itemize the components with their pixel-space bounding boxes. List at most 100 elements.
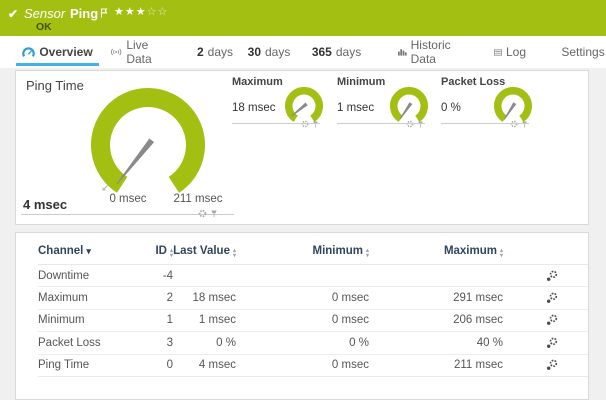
status-badge: OK (36, 21, 52, 33)
wrench-icon (546, 292, 558, 304)
priority-stars[interactable]: ★★★☆☆ (114, 5, 168, 18)
maximum-value: 206 msec (369, 314, 503, 326)
favorite-flag-icon[interactable] (100, 5, 108, 23)
channel-id: 3 (146, 337, 173, 349)
log-icon (494, 48, 502, 57)
gauge-settings-gear-icon[interactable] (301, 115, 309, 133)
channel-settings-button[interactable] (546, 359, 558, 371)
tab-live-data[interactable]: Live Data (110, 36, 168, 68)
tab-label: Settings (561, 45, 604, 59)
gauge-icon (22, 46, 35, 59)
last-value: 1 msec (173, 314, 236, 326)
tab-label: Historic Data (411, 38, 460, 66)
mini-gauge-packet-loss: Packet Loss 0 % (441, 76, 529, 131)
tab-30-days[interactable]: 30days (249, 36, 289, 68)
mini-gauge-minimum: Minimum 1 msec (337, 76, 425, 131)
table-row-ping-time: Ping Time 0 4 msec 0 msec 211 msec (38, 355, 588, 377)
minimum-value: 1 msec (337, 102, 374, 114)
channel-id: -4 (146, 270, 173, 282)
wrench-icon (546, 270, 558, 282)
table-row-downtime: Downtime -4 (38, 265, 588, 287)
tab-label: days (265, 45, 290, 59)
gauge-scale-max-label: 211 msec (168, 193, 228, 205)
tab-label: Log (506, 45, 526, 59)
tab-label: days (208, 45, 233, 59)
channel-name: Maximum (38, 292, 146, 304)
maximum-value: 18 msec (232, 102, 275, 114)
pin-icon[interactable] (417, 115, 424, 133)
pin-icon[interactable] (210, 205, 218, 223)
divider (441, 123, 529, 124)
channel-settings-button[interactable] (546, 292, 558, 304)
table-row-maximum: Maximum 2 18 msec 0 msec 291 msec (38, 287, 588, 309)
tab-log[interactable]: Log (494, 36, 526, 68)
gauge-settings-gear-icon[interactable] (510, 115, 518, 133)
channel-id: 0 (146, 359, 173, 371)
ok-check-icon: ✔ (8, 7, 18, 21)
gauge-settings-gear-icon[interactable] (406, 115, 414, 133)
wrench-icon (546, 314, 558, 326)
gauge-settings-gear-icon[interactable] (198, 205, 207, 223)
pin-icon[interactable] (521, 115, 528, 133)
tab-label: Overview (39, 45, 92, 59)
maximum-value: 211 msec (369, 359, 503, 371)
tab-2-days[interactable]: 2days (198, 36, 232, 68)
column-header-id[interactable]: ID▴▾ (146, 245, 173, 258)
tab-label: Live Data (126, 38, 168, 66)
divider (337, 123, 425, 124)
channel-settings-button[interactable] (546, 314, 558, 326)
channel-id: 1 (146, 314, 173, 326)
tab-bar: Overview Live Data 2days 30days 365days … (0, 36, 606, 68)
tab-historic-data[interactable]: Historic Data (398, 36, 460, 68)
sort-icon: ▴▾ (500, 249, 503, 258)
channel-settings-button[interactable] (546, 270, 558, 282)
sensor-kind-label: Sensor (24, 6, 65, 21)
minimum-value: 0 msec (236, 314, 369, 326)
channel-table: Channel▾ ID▴▾ Last Value▴▾ Minimum▴▾ Max… (16, 233, 588, 377)
overview-gauges-panel: Ping Time 0 msec 211 msec 4 msec Maximum… (15, 70, 589, 225)
ping-time-value: 4 msec (23, 197, 67, 212)
packet-loss-value: 0 % (441, 102, 461, 114)
maximum-value: 40 % (369, 337, 503, 349)
sort-desc-icon: ▾ (86, 246, 91, 256)
column-header-channel[interactable]: Channel▾ (38, 245, 146, 257)
minimum-value: 0 msec (236, 359, 369, 371)
column-header-minimum[interactable]: Minimum▴▾ (236, 245, 369, 258)
pin-icon[interactable] (312, 115, 319, 133)
wrench-icon (546, 337, 558, 349)
bar-chart-icon (398, 47, 407, 57)
tab-overview[interactable]: Overview (16, 36, 99, 68)
last-value: 4 msec (173, 359, 236, 371)
divider (232, 123, 320, 124)
sensor-status-header: ✔ Sensor Ping ★★★☆☆ OK (0, 0, 606, 36)
main-gauge-title: Ping Time (26, 78, 84, 93)
sensor-name: Ping (70, 6, 98, 21)
tab-settings[interactable]: Settings (558, 36, 604, 68)
minimum-value: 0 msec (236, 292, 369, 304)
channel-name: Ping Time (38, 359, 146, 371)
table-row-minimum: Minimum 1 1 msec 0 msec 206 msec (38, 310, 588, 332)
channel-name: Downtime (38, 270, 146, 282)
column-header-maximum[interactable]: Maximum▴▾ (369, 245, 503, 258)
wrench-icon (546, 359, 558, 371)
last-value: 18 msec (173, 292, 236, 304)
table-header-row: Channel▾ ID▴▾ Last Value▴▾ Minimum▴▾ Max… (38, 245, 588, 265)
stars-filled[interactable]: ★★★ (114, 6, 147, 18)
mini-gauge-maximum: Maximum 18 msec (232, 76, 320, 131)
table-row-packet-loss: Packet Loss 3 0 % 0 % 40 % (38, 332, 588, 354)
maximum-value: 291 msec (369, 292, 503, 304)
last-value: 0 % (173, 337, 236, 349)
channel-id: 2 (146, 292, 173, 304)
column-header-last-value[interactable]: Last Value▴▾ (173, 245, 236, 258)
active-tab-underline (16, 63, 99, 66)
gauge-scale-min-label: 0 msec (98, 193, 158, 205)
channel-settings-button[interactable] (546, 337, 558, 349)
tab-label: days (336, 45, 361, 59)
channel-name: Packet Loss (38, 337, 146, 349)
channel-name: Minimum (38, 314, 146, 326)
minimum-value: 0 % (236, 337, 369, 349)
live-data-icon (110, 47, 122, 57)
tab-365-days[interactable]: 365days (313, 36, 360, 68)
stars-empty[interactable]: ☆☆ (147, 6, 169, 18)
channel-table-panel: Channel▾ ID▴▾ Last Value▴▾ Minimum▴▾ Max… (15, 232, 589, 400)
